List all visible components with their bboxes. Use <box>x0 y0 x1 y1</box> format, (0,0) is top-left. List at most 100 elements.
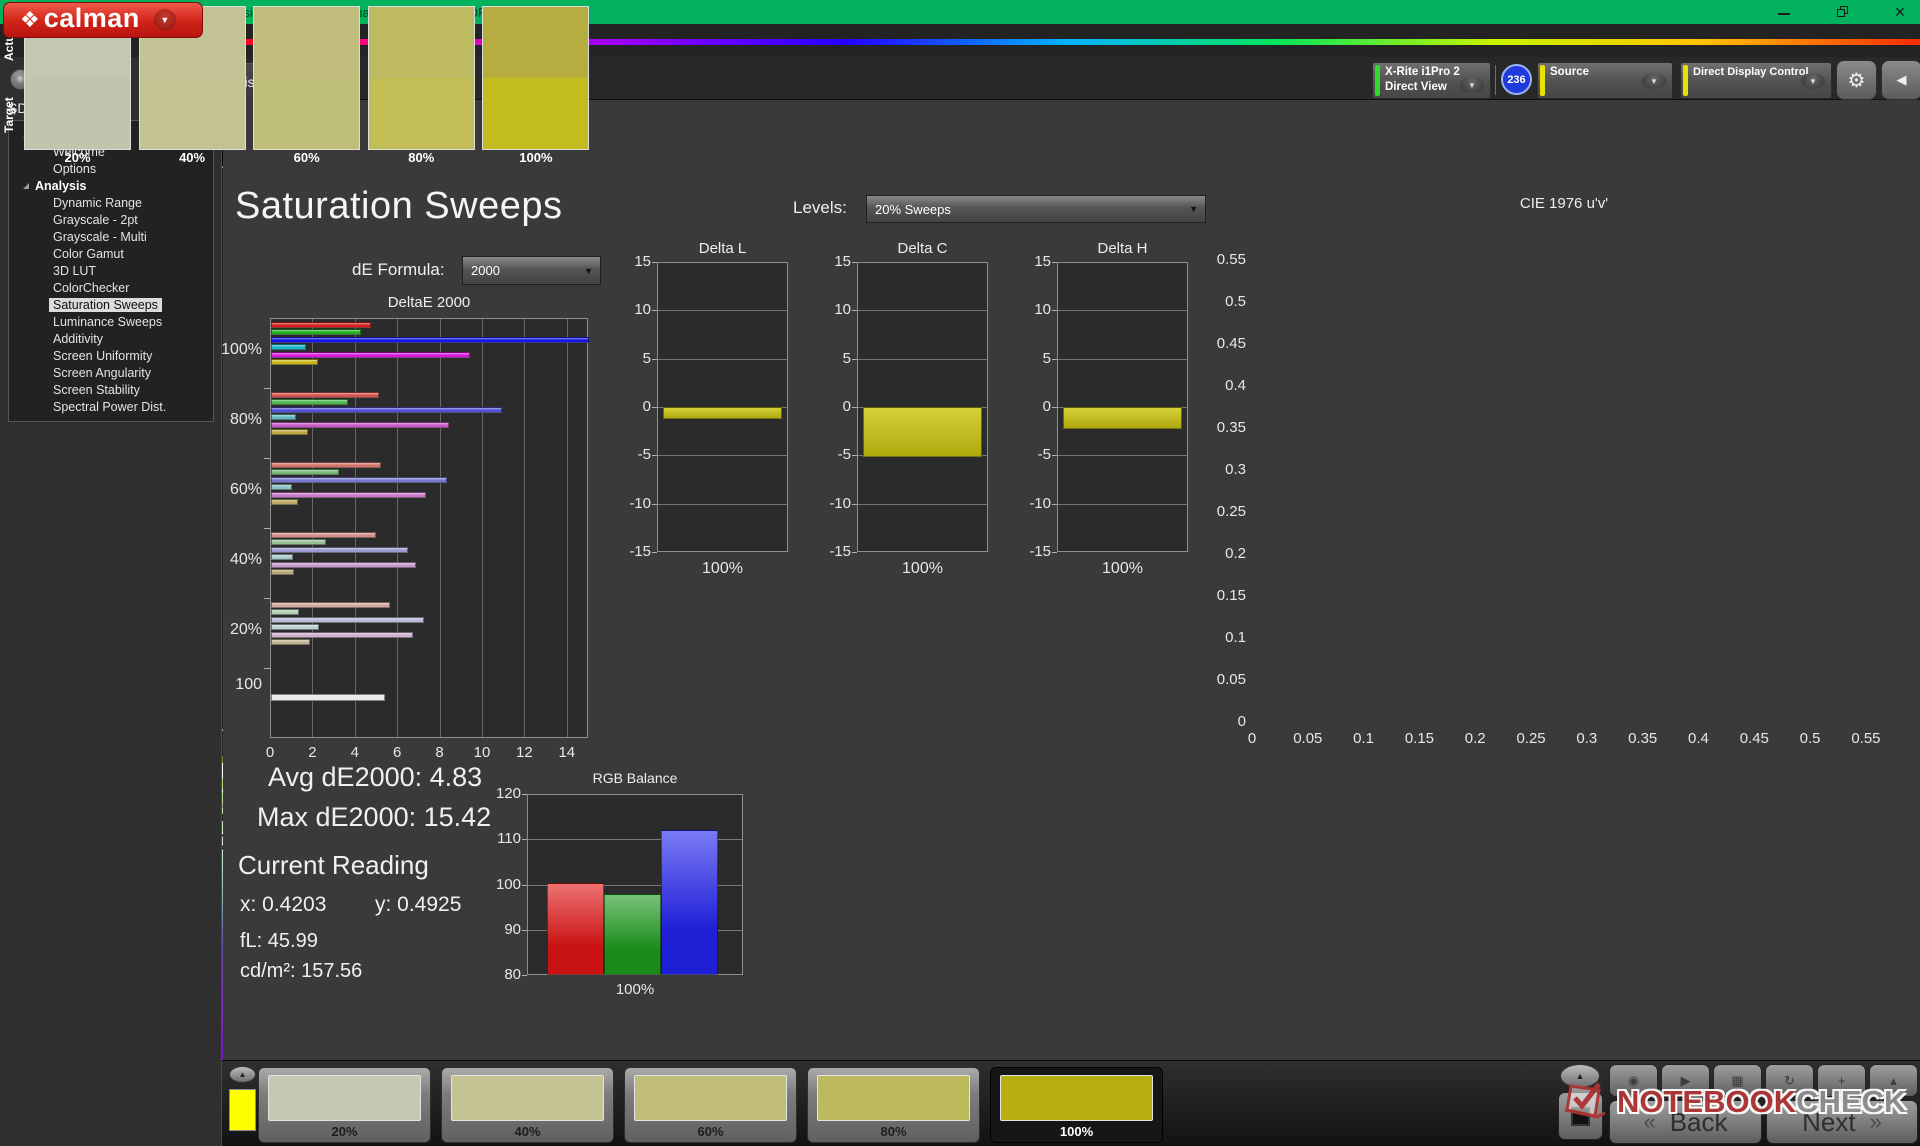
sidebar-item-grayscale-multi[interactable]: Grayscale - Multi <box>49 230 151 244</box>
sidebar-item-screen-angularity[interactable]: Screen Angularity <box>49 366 155 380</box>
gridline <box>858 503 987 505</box>
tree-row[interactable]: Screen Uniformity <box>9 347 213 364</box>
meter-status-bar <box>1375 65 1380 96</box>
transport-button-2[interactable]: ▦ <box>1713 1064 1762 1097</box>
gridline <box>858 358 987 360</box>
gridline <box>658 310 787 312</box>
tree-row[interactable]: Spectral Power Dist. <box>9 398 213 415</box>
deltae-bar <box>271 561 417 568</box>
cie-y-tick-label: 0.55 <box>1216 251 1246 268</box>
deltae-bar <box>271 429 309 435</box>
gridline <box>482 319 483 737</box>
cie-x-tick-label: 0.25 <box>1516 730 1546 747</box>
reading-x: x: 0.4203 <box>240 893 327 916</box>
tree-row[interactable]: Grayscale - 2pt <box>9 211 213 228</box>
y-tick-mark <box>652 310 657 312</box>
next-label: Next <box>1802 1106 1856 1137</box>
level-card-60%[interactable]: 60% <box>624 1067 797 1143</box>
collapse-panel-button[interactable]: ◀ <box>1881 60 1920 100</box>
collapse-controls-button[interactable]: ▲ <box>1560 1064 1600 1088</box>
y-tick-mark <box>1052 358 1057 360</box>
source-dropdown[interactable]: Source ▼ <box>1537 62 1673 99</box>
target-swatch-20% <box>24 78 131 150</box>
close-button[interactable]: × <box>1890 2 1910 23</box>
tree-row[interactable]: ColorChecker <box>9 279 213 296</box>
y-tick-label: -5 <box>837 446 851 464</box>
level-card-20%[interactable]: 20% <box>258 1067 431 1143</box>
level-card-40%[interactable]: 40% <box>441 1067 614 1143</box>
deltae-bar <box>271 476 447 483</box>
levels-dropdown[interactable]: 20% Sweeps ▼ <box>866 195 1206 223</box>
tree-row[interactable]: Luminance Sweeps <box>9 313 213 330</box>
deltae-bar <box>271 484 293 491</box>
tree-row[interactable]: Grayscale - Multi <box>9 228 213 245</box>
tree-row[interactable]: Screen Stability <box>9 381 213 398</box>
group-label: 100 <box>235 676 262 693</box>
y-tick-label: 0 <box>642 398 651 415</box>
transport-button-5[interactable]: ▴ <box>1869 1064 1918 1097</box>
deltae-bar <box>271 624 319 631</box>
settings-button[interactable]: ⚙ <box>1836 60 1877 100</box>
calman-menu-button[interactable]: ❖ calman ▼ <box>3 2 203 38</box>
y-tick-label: 15 <box>634 253 651 270</box>
levels-value: 20% Sweeps <box>875 201 951 217</box>
y-tick-label: -15 <box>829 543 851 560</box>
level-card-80%[interactable]: 80% <box>807 1067 980 1143</box>
next-button[interactable]: Next » <box>1766 1100 1918 1144</box>
sidebar-item-screen-uniformity[interactable]: Screen Uniformity <box>49 349 156 363</box>
sidebar-item-spectral-power-dist-[interactable]: Spectral Power Dist. <box>49 400 170 414</box>
display-control-dropdown[interactable]: Direct Display Control ▼ <box>1680 62 1832 99</box>
calman-diamond-icon: ❖ <box>20 7 40 32</box>
collapse-strip-button[interactable]: ▲ <box>229 1066 256 1083</box>
tree-row[interactable]: Additivity <box>9 330 213 347</box>
tree-row[interactable]: 3D LUT <box>9 262 213 279</box>
level-card-100%[interactable]: 100% <box>990 1067 1163 1143</box>
transport-button-3[interactable]: ↻ <box>1765 1064 1814 1097</box>
display-control-label: Direct Display Control <box>1693 66 1809 78</box>
sidebar-item-screen-stability[interactable]: Screen Stability <box>49 383 144 397</box>
deltae-bar <box>271 569 295 575</box>
meter-dropdown[interactable]: X-Rite i1Pro 2 Direct View ▼ <box>1372 62 1491 99</box>
sidebar-item-grayscale-2pt[interactable]: Grayscale - 2pt <box>49 213 142 227</box>
chevron-down-icon: ▼ <box>1642 73 1666 89</box>
y-tick-mark <box>264 668 270 669</box>
sidebar-item-saturation-sweeps[interactable]: Saturation Sweeps <box>49 297 162 312</box>
y-tick-mark <box>652 262 657 263</box>
sidebar-item-3d-lut[interactable]: 3D LUT <box>49 264 100 278</box>
source-label: Source <box>1550 66 1589 78</box>
workflow-tree: WelcomeWelcomeOptionsAnalysisDynamic Ran… <box>8 120 214 422</box>
gridline <box>397 319 399 737</box>
transport-button-4[interactable]: + <box>1817 1064 1866 1097</box>
x-tick-label: 4 <box>350 744 359 761</box>
sidebar-item-color-gamut[interactable]: Color Gamut <box>49 247 128 261</box>
y-tick-mark <box>1052 310 1057 312</box>
tree-row[interactable]: Dynamic Range <box>9 194 213 211</box>
y-tick-mark <box>522 929 527 931</box>
restore-button[interactable] <box>1832 4 1852 21</box>
gridline <box>354 319 356 737</box>
tree-row[interactable]: Analysis <box>9 177 213 194</box>
tree-row[interactable]: Color Gamut <box>9 245 213 262</box>
transport-button-0[interactable]: ◉ <box>1609 1064 1658 1097</box>
sidebar-item-colorchecker[interactable]: ColorChecker <box>49 281 133 295</box>
sidebar: ◀ SDR Toolkit WelcomeWelcomeOptionsAnaly… <box>0 57 222 1146</box>
sidebar-item-additivity[interactable]: Additivity <box>49 332 107 346</box>
tree-row[interactable]: Screen Angularity <box>9 364 213 381</box>
transport-button-1[interactable]: ▶ <box>1661 1064 1710 1097</box>
sidebar-item-luminance-sweeps[interactable]: Luminance Sweeps <box>49 315 166 329</box>
stop-button[interactable] <box>1558 1092 1603 1140</box>
deltae-bar <box>271 694 386 701</box>
deltae-bar <box>271 414 297 421</box>
tree-row[interactable]: Saturation Sweeps <box>9 296 213 313</box>
level-card-label: 20% <box>331 1124 358 1139</box>
back-button[interactable]: « Back <box>1609 1100 1762 1144</box>
de-formula-dropdown[interactable]: 2000 ▼ <box>462 256 601 285</box>
measure-count-badge[interactable]: 236 <box>1501 64 1532 95</box>
cie-chart-title: CIE 1976 u'v' <box>1519 195 1609 212</box>
y-tick-mark <box>852 310 857 312</box>
x-tick-label: 14 <box>558 744 576 761</box>
minimize-button[interactable] <box>1774 4 1794 21</box>
y-tick-mark <box>652 358 657 360</box>
sidebar-item-dynamic-range[interactable]: Dynamic Range <box>49 196 146 210</box>
level-card-label: 40% <box>514 1124 541 1139</box>
